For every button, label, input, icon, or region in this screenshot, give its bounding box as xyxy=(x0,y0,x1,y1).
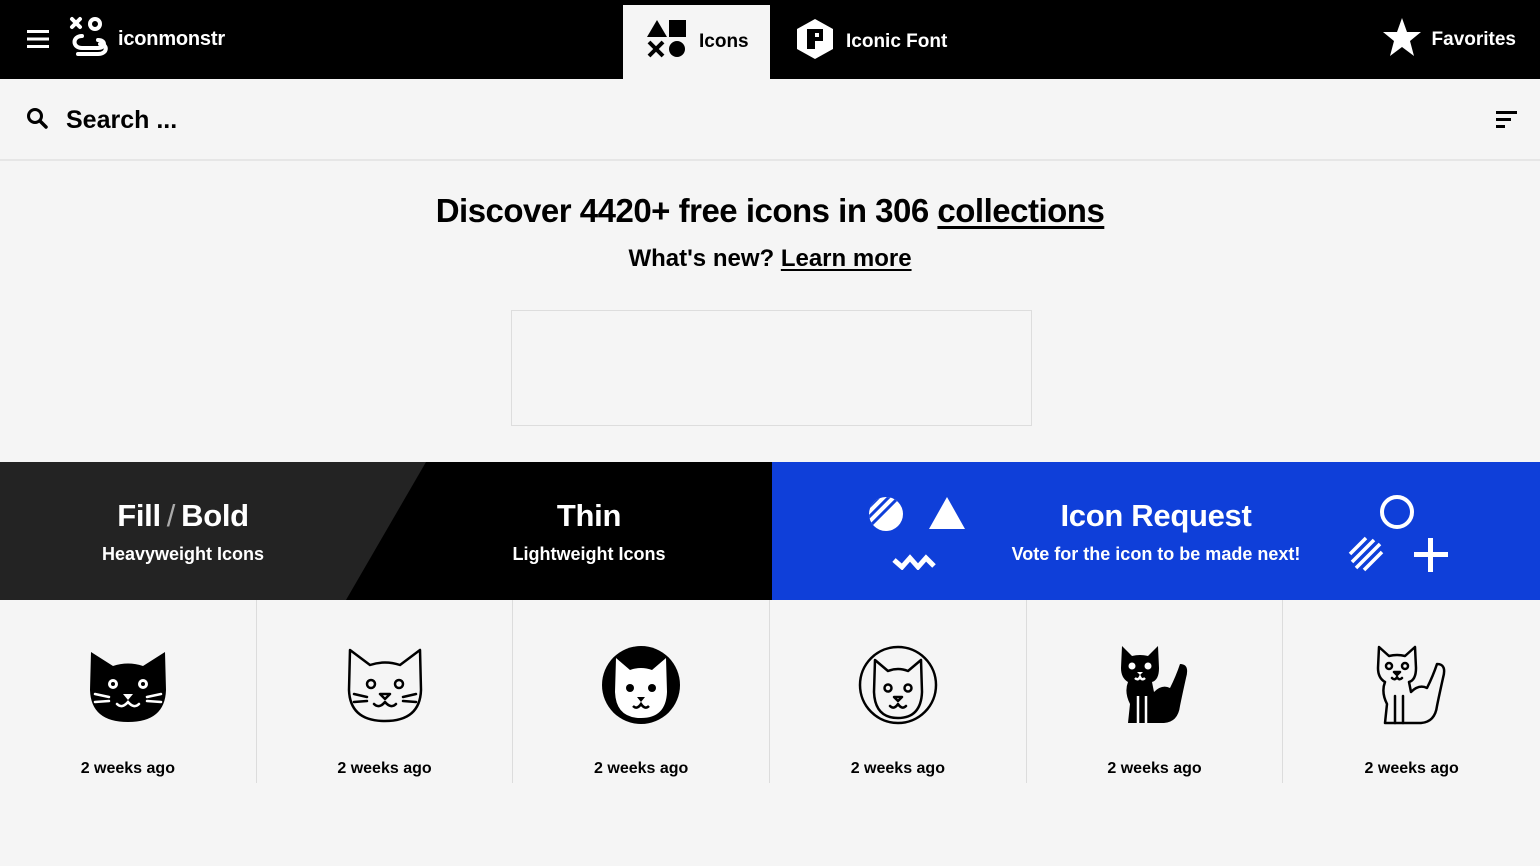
icon-date: 2 weeks ago xyxy=(80,760,175,777)
ad-placeholder xyxy=(511,310,1032,426)
category-banner: Fill / Bold Heavyweight Icons Thin Lightwe… xyxy=(0,462,1540,600)
hero-subtitle-text: What's new? xyxy=(628,245,781,272)
search-icon xyxy=(26,107,48,134)
icon-request-banner[interactable]: Icon Request Vote for the icon to be mad… xyxy=(772,462,1540,600)
hamburger-menu-icon[interactable] xyxy=(22,24,54,54)
cat-circle-thin-icon xyxy=(857,644,939,726)
recent-icons-grid: 2 weeks ago 2 weeks ago 2 weeks ago 2 we… xyxy=(0,600,1540,783)
icon-request-text: Icon Request Vote for the icon to be mad… xyxy=(772,462,1540,600)
title-slash: / xyxy=(166,497,176,533)
icon-date: 2 weeks ago xyxy=(594,760,689,777)
cat-circle-fill-icon xyxy=(600,644,682,726)
icon-card[interactable]: 2 weeks ago xyxy=(1283,600,1540,783)
icon-date: 2 weeks ago xyxy=(337,760,432,777)
cat-face-thin-icon xyxy=(344,644,426,726)
learn-more-link[interactable]: Learn more xyxy=(781,245,912,272)
cat-face-fill-icon xyxy=(87,644,169,726)
icon-card[interactable]: 2 weeks ago xyxy=(0,600,257,783)
sort-filter-icon[interactable] xyxy=(1496,109,1518,136)
fill-bold-title: Fill / Bold xyxy=(117,498,249,534)
logo-text: iconmonstr xyxy=(118,27,225,50)
shapes-icon xyxy=(647,20,687,64)
collections-link[interactable]: collections xyxy=(937,192,1104,229)
hero-title-text: Discover 4420+ free icons in 306 xyxy=(435,192,938,229)
fill-bold-subtitle: Heavyweight Icons xyxy=(101,543,265,564)
thin-title: Thin xyxy=(556,497,622,533)
tab-icons[interactable]: Icons xyxy=(623,5,770,79)
font-logo-icon xyxy=(796,19,834,65)
fill-title: Fill xyxy=(117,497,161,533)
favorites-label: Favorites xyxy=(1431,29,1516,50)
favorites-link[interactable]: Favorites xyxy=(1382,18,1516,62)
icon-request-subtitle: Vote for the icon to be made next! xyxy=(1011,543,1301,564)
cat-sitting-fill-icon xyxy=(1114,644,1196,726)
iconmonstr-logo-icon xyxy=(68,16,110,63)
tab-iconic-font-label: Iconic Font xyxy=(846,31,948,52)
top-navigation-bar: iconmonstr Icons Iconic Font Favorites xyxy=(0,0,1540,79)
hero-title: Discover 4420+ free icons in 306 collect… xyxy=(0,192,1540,230)
icon-date: 2 weeks ago xyxy=(1364,760,1459,777)
star-icon xyxy=(1382,17,1422,63)
circle-outline-icon xyxy=(1379,494,1415,535)
thin-subtitle: Lightweight Icons xyxy=(512,543,666,564)
thin-category[interactable]: Thin Lightweight Icons xyxy=(426,462,752,600)
fill-bold-category[interactable]: Fill / Bold Heavyweight Icons xyxy=(0,462,366,600)
plus-icon xyxy=(1413,537,1449,578)
cat-sitting-thin-icon xyxy=(1371,644,1453,726)
icon-date: 2 weeks ago xyxy=(1107,760,1202,777)
bold-title: Bold xyxy=(181,497,249,533)
tab-iconic-font[interactable]: Iconic Font xyxy=(772,5,971,79)
tab-icons-label: Icons xyxy=(699,31,749,52)
icon-card[interactable]: 2 weeks ago xyxy=(513,600,771,783)
icon-date: 2 weeks ago xyxy=(850,760,945,777)
hero-subtitle: What's new? Learn more xyxy=(0,245,1540,273)
logo[interactable]: iconmonstr xyxy=(68,14,225,64)
icon-card[interactable]: 2 weeks ago xyxy=(1027,600,1284,783)
search-bar xyxy=(0,79,1540,161)
icon-request-title: Icon Request xyxy=(1060,497,1252,533)
icon-card[interactable]: 2 weeks ago xyxy=(770,600,1027,783)
search-input[interactable] xyxy=(60,99,1360,141)
icon-card[interactable]: 2 weeks ago xyxy=(257,600,514,783)
diagonal-lines-icon xyxy=(1348,536,1384,577)
